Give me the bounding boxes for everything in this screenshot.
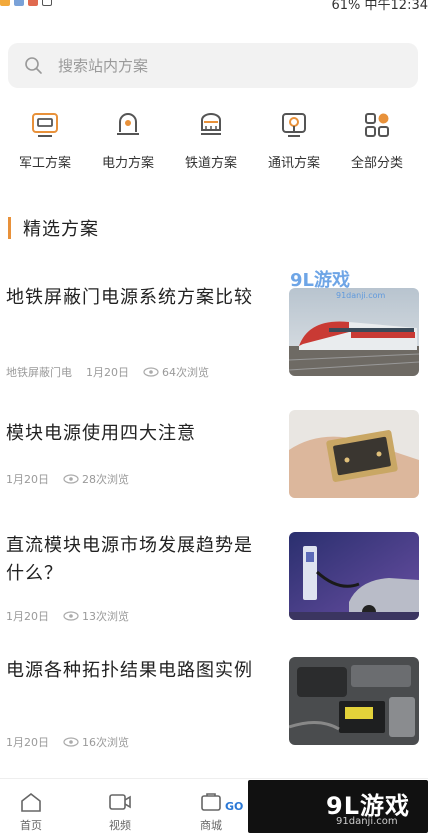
category-power[interactable]: 电力方案: [86, 110, 170, 171]
railway-icon: [196, 110, 226, 140]
app-notification-icon: [28, 0, 38, 6]
app-notification-icon: [0, 0, 10, 6]
category-label: 通讯方案: [267, 156, 320, 171]
section-accent-bar: [8, 217, 11, 239]
article-views: 64次浏览: [162, 366, 209, 379]
article-title: 地铁屏蔽门电源系统方案比较: [6, 287, 253, 308]
article-views: 28次浏览: [82, 473, 129, 486]
article-views: 13次浏览: [82, 610, 129, 623]
telecom-icon: [279, 110, 309, 140]
shop-icon: [199, 791, 223, 813]
article-thumbnail[interactable]: [289, 410, 419, 498]
category-label: 军工方案: [18, 156, 71, 171]
category-military[interactable]: 军工方案: [3, 110, 87, 171]
nav-video[interactable]: 视频: [90, 791, 150, 833]
search-icon: [24, 56, 44, 76]
category-grid: 军工方案 电力方案 铁道方案 通讯方案 全部分类: [0, 110, 428, 180]
eye-icon: [63, 474, 79, 484]
eye-icon: [63, 737, 79, 747]
watermark-url: 91danji.com: [336, 816, 398, 827]
all-categories-icon: [362, 110, 392, 140]
article-title: 直流模块电源市场发展趋势是什么？: [6, 535, 253, 584]
search-input[interactable]: 搜索站内方案: [8, 43, 418, 88]
power-icon: [113, 110, 143, 140]
article-date: 1月20日: [6, 473, 49, 486]
category-telecom[interactable]: 通讯方案: [252, 110, 336, 171]
home-icon: [19, 791, 43, 813]
nav-label: 首页: [20, 819, 42, 832]
article-item[interactable]: 模块电源使用四大注意 1月20日 28次浏览: [0, 410, 428, 508]
nav-label: 商城: [200, 819, 222, 832]
military-icon: [30, 110, 60, 140]
article-title: 模块电源使用四大注意: [6, 423, 196, 444]
watermark-site: 91danji.com: [336, 291, 386, 300]
section-title: 精选方案: [23, 219, 99, 240]
article-item[interactable]: 电源各种拓扑结果电路图实例 1月20日 16次浏览: [0, 655, 428, 755]
watermark-go: GO: [222, 800, 247, 813]
search-placeholder: 搜索站内方案: [58, 57, 149, 75]
article-thumbnail[interactable]: [289, 657, 419, 745]
article-title: 电源各种拓扑结果电路图实例: [6, 660, 253, 681]
category-label: 铁道方案: [184, 156, 237, 171]
app-notification-icon: [14, 0, 24, 6]
article-meta: 1月20日 13次浏览: [6, 608, 129, 624]
article-tag: 地铁屏蔽门电: [6, 366, 72, 379]
app-notification-icon: [42, 0, 52, 6]
video-icon: [108, 791, 132, 813]
section-header: 精选方案: [8, 215, 99, 241]
eye-icon: [143, 367, 159, 377]
category-all[interactable]: 全部分类: [335, 110, 419, 171]
article-item[interactable]: 直流模块电源市场发展趋势是什么？ 1月20日 13次浏览: [0, 530, 428, 625]
eye-icon: [63, 611, 79, 621]
nav-home[interactable]: 首页: [1, 791, 61, 833]
article-thumbnail[interactable]: [289, 532, 419, 620]
notification-icons: [0, 0, 52, 6]
status-right: 61% 中午12:34: [331, 0, 428, 13]
article-date: 1月20日: [86, 366, 129, 379]
nav-label: 视频: [109, 819, 131, 832]
article-meta: 1月20日 28次浏览: [6, 471, 129, 487]
article-views: 16次浏览: [82, 736, 129, 749]
category-label: 全部分类: [350, 156, 403, 171]
watermark-logo: 9L游戏: [290, 270, 350, 291]
category-railway[interactable]: 铁道方案: [169, 110, 253, 171]
article-thumbnail[interactable]: [289, 288, 419, 376]
article-meta: 地铁屏蔽门电 1月20日 64次浏览: [6, 364, 209, 380]
article-meta: 1月20日 16次浏览: [6, 734, 129, 750]
article-date: 1月20日: [6, 736, 49, 749]
article-date: 1月20日: [6, 610, 49, 623]
status-bar: 61% 中午12:34: [0, 0, 428, 14]
category-label: 电力方案: [101, 156, 154, 171]
watermark-banner: 9L游戏 91danji.com: [248, 780, 428, 833]
